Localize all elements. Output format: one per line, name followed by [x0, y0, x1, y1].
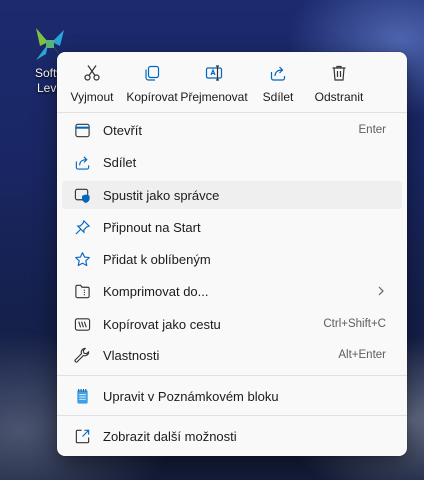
context-menu-toolbar: Vyjmout Kopírovat Přejmenovat Sdílet Ods… — [57, 60, 407, 112]
share-icon — [75, 155, 89, 170]
menu-item-open[interactable]: Otevřít Enter — [62, 116, 402, 144]
copy-button[interactable]: Kopírovat — [123, 60, 181, 110]
wrench-icon — [73, 347, 89, 363]
menu-item-label: Kopírovat jako cestu — [103, 316, 221, 332]
menu-item-label: Sdílet — [103, 154, 137, 170]
divider — [57, 375, 407, 376]
more-options-icon — [75, 429, 89, 443]
menu-item-label: Zobrazit další možnosti — [103, 428, 237, 444]
divider — [57, 415, 407, 416]
menu-item-label: Přidat k oblíbeným — [103, 251, 211, 267]
menu-item-label: Otevřít — [103, 122, 143, 138]
menu-item-label: Upravit v Poznámkovém bloku — [103, 388, 279, 404]
context-menu: Vyjmout Kopírovat Přejmenovat Sdílet Ods… — [57, 52, 407, 456]
share-label: Sdílet — [262, 90, 294, 104]
scissors-icon — [84, 65, 100, 81]
shortcut-text: Alt+Enter — [338, 349, 386, 361]
copy-icon — [145, 65, 160, 81]
delete-button[interactable]: Odstranit — [309, 60, 369, 110]
share-button[interactable]: Sdílet — [257, 60, 299, 110]
shield-window-icon — [74, 188, 90, 203]
folder-zip-icon — [74, 284, 90, 298]
cut-label: Vyjmout — [70, 90, 114, 104]
open-window-icon — [74, 123, 90, 137]
shortcut-text: Enter — [358, 124, 387, 136]
menu-item-label: Spustit jako správce — [103, 187, 220, 203]
menu-item-label: Vlastnosti — [103, 347, 160, 363]
menu-item-label: Připnout na Start — [103, 219, 201, 235]
menu-item-copy-as-path[interactable]: Kopírovat jako cestu Ctrl+Shift+C — [62, 310, 402, 338]
delete-label: Odstranit — [314, 90, 364, 104]
menu-item-edit-in-notepad[interactable]: Upravit v Poznámkovém bloku — [62, 382, 402, 410]
pin-icon — [74, 219, 90, 235]
cut-button[interactable]: Vyjmout — [61, 60, 123, 110]
menu-item-share[interactable]: Sdílet — [62, 148, 402, 176]
divider — [57, 112, 407, 113]
notepad-icon — [76, 388, 88, 404]
path-icon — [74, 317, 90, 331]
menu-item-properties[interactable]: Vlastnosti Alt+Enter — [62, 341, 402, 369]
rename-button[interactable]: Přejmenovat — [180, 60, 248, 110]
menu-item-compress-to[interactable]: Komprimovat do... — [62, 277, 402, 305]
rename-icon — [205, 65, 223, 81]
menu-item-pin-to-start[interactable]: Připnout na Start — [62, 213, 402, 241]
shortcut-text: Ctrl+Shift+C — [323, 318, 386, 330]
menu-item-show-more-options[interactable]: Zobrazit další možnosti — [62, 422, 402, 450]
share-icon — [270, 66, 286, 81]
chevron-right-icon — [378, 286, 384, 296]
star-icon — [74, 251, 90, 266]
copy-label: Kopírovat — [126, 90, 178, 104]
menu-item-run-as-admin[interactable]: Spustit jako správce — [62, 181, 402, 209]
rename-label: Přejmenovat — [180, 90, 248, 104]
trash-icon — [332, 65, 346, 81]
menu-item-label: Komprimovat do... — [103, 283, 209, 299]
menu-item-add-to-favorites[interactable]: Přidat k oblíbeným — [62, 245, 402, 273]
